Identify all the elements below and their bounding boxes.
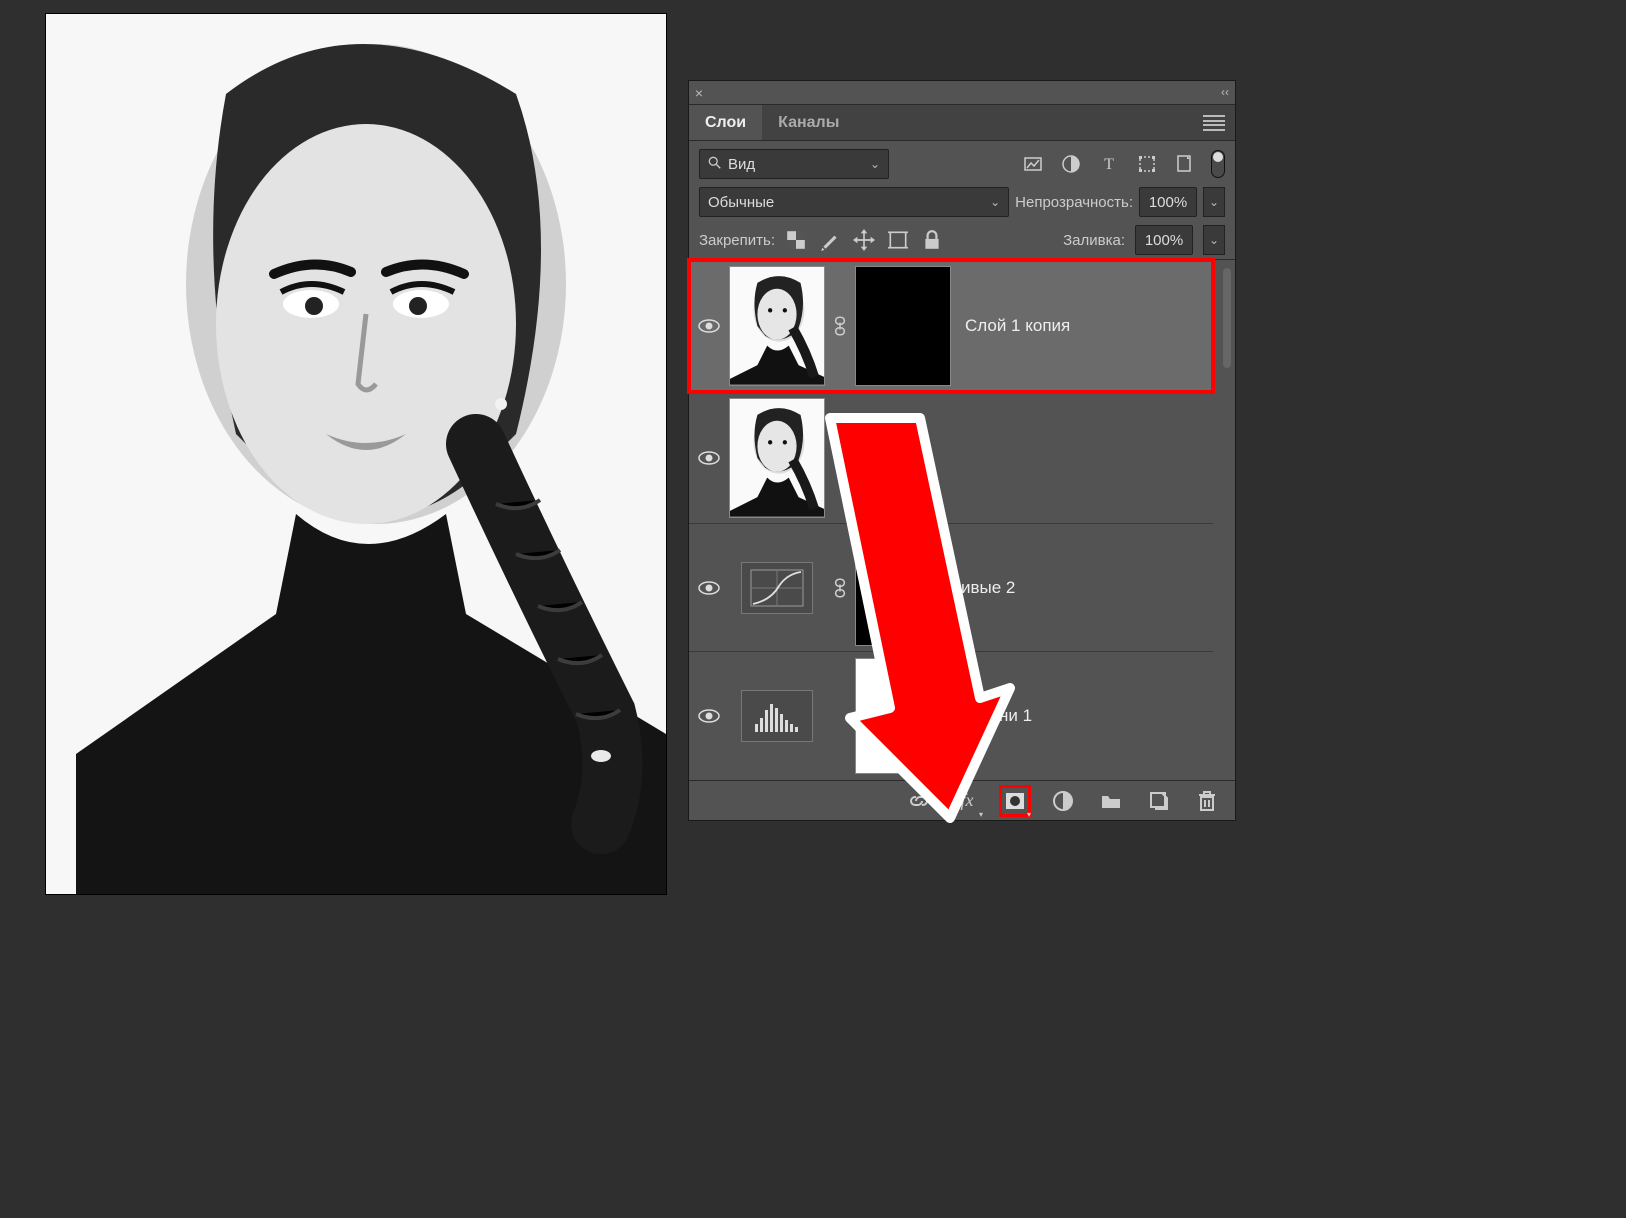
link-mask-icon[interactable]: [825, 316, 855, 336]
lock-pixels-icon[interactable]: [819, 229, 841, 251]
layer-name[interactable]: Уровни 1: [961, 706, 1032, 726]
document-image: [46, 14, 666, 894]
layer-row[interactable]: Уровни 1: [689, 652, 1213, 780]
new-group-icon[interactable]: [1099, 789, 1123, 813]
opacity-label: Непрозрачность:: [1015, 194, 1133, 211]
layer-mask-thumbnail[interactable]: [855, 266, 951, 386]
adjustment-curves-thumbnail[interactable]: [741, 562, 813, 614]
visibility-eye-icon[interactable]: [698, 450, 720, 466]
link-layers-icon[interactable]: [907, 789, 931, 813]
layer-mask-thumbnail[interactable]: [855, 658, 947, 774]
fill-label: Заливка:: [1063, 232, 1125, 249]
new-adjustment-layer-icon[interactable]: [1051, 789, 1075, 813]
filter-adjustment-icon[interactable]: [1061, 154, 1081, 174]
panel-collapse-icon[interactable]: ‹‹: [1221, 85, 1229, 99]
panel-menu-icon[interactable]: [1203, 115, 1225, 131]
layers-bottom-toolbar: fx ▾ ▾: [689, 780, 1235, 820]
filter-type-icon[interactable]: T: [1099, 154, 1119, 174]
chevron-down-icon: ⌄: [990, 195, 1000, 209]
visibility-eye-icon[interactable]: [698, 580, 720, 596]
layers-panel: × ‹‹ Слои Каналы Вид ⌄: [688, 80, 1236, 821]
lock-transparency-icon[interactable]: [785, 229, 807, 251]
lock-all-icon[interactable]: [921, 229, 943, 251]
link-mask-icon[interactable]: [825, 578, 855, 598]
layer-row[interactable]: Слой 1 копия: [689, 260, 1213, 392]
layers-list: Слой 1 копия: [689, 260, 1235, 780]
panel-close-icon[interactable]: ×: [689, 81, 709, 105]
delete-layer-icon[interactable]: [1195, 789, 1219, 813]
add-layer-mask-button[interactable]: ▾: [1003, 789, 1027, 813]
opacity-value[interactable]: 100%: [1139, 187, 1197, 217]
filter-shape-icon[interactable]: [1137, 154, 1157, 174]
fill-value[interactable]: 100%: [1135, 225, 1193, 255]
layer-name[interactable]: Слой 1 копия: [965, 316, 1070, 336]
chevron-down-icon: ⌄: [870, 157, 880, 171]
adjustment-levels-thumbnail[interactable]: [741, 690, 813, 742]
layer-thumbnail[interactable]: [729, 398, 825, 518]
visibility-eye-icon[interactable]: [698, 708, 720, 724]
layer-row[interactable]: [689, 392, 1213, 524]
lock-label: Закрепить:: [699, 232, 775, 249]
search-icon: [708, 156, 722, 173]
tab-layers[interactable]: Слои: [689, 105, 762, 140]
filter-smartobject-icon[interactable]: [1175, 154, 1195, 174]
opacity-dropdown[interactable]: ⌄: [1203, 187, 1225, 217]
blend-mode-select[interactable]: Обычные ⌄: [699, 187, 1009, 217]
filter-toggle[interactable]: [1211, 150, 1225, 178]
canvas-document[interactable]: [46, 14, 666, 894]
lock-position-icon[interactable]: [853, 229, 875, 251]
layers-scrollbar[interactable]: [1219, 268, 1235, 772]
blend-mode-value: Обычные: [708, 194, 774, 211]
filter-kind-label: Вид: [728, 156, 755, 173]
lock-artboard-icon[interactable]: [887, 229, 909, 251]
visibility-eye-icon[interactable]: [698, 318, 720, 334]
filter-kind-select[interactable]: Вид ⌄: [699, 149, 889, 179]
fill-dropdown[interactable]: ⌄: [1203, 225, 1225, 255]
new-layer-icon[interactable]: [1147, 789, 1171, 813]
layer-effects-icon[interactable]: fx ▾: [955, 789, 979, 813]
layer-thumbnail[interactable]: [729, 266, 825, 386]
layer-row[interactable]: ивые 2: [689, 524, 1213, 652]
layer-mask-thumbnail[interactable]: [855, 530, 947, 646]
svg-text:T: T: [1104, 156, 1114, 173]
layer-name[interactable]: ивые 2: [961, 578, 1015, 598]
filter-pixel-icon[interactable]: [1023, 154, 1043, 174]
tab-channels[interactable]: Каналы: [762, 105, 855, 140]
